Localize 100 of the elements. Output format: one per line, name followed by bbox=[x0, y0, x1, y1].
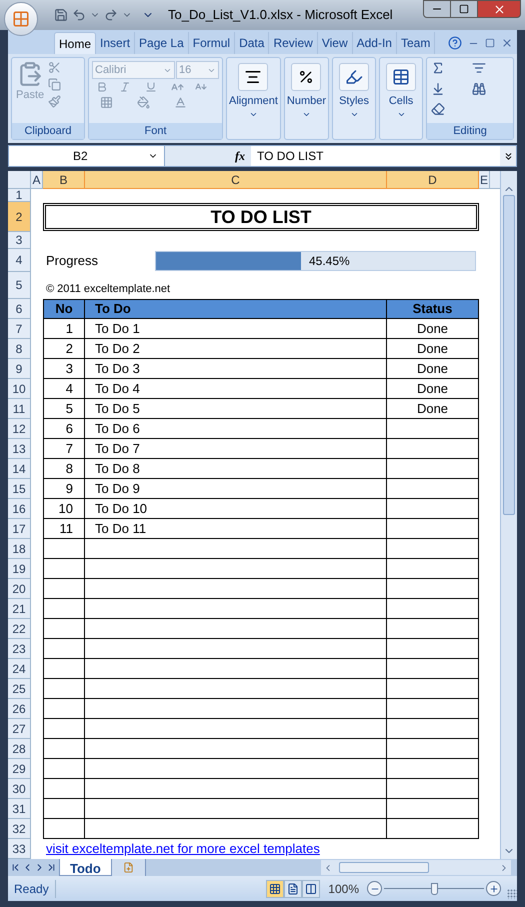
last-sheet-icon[interactable] bbox=[46, 862, 57, 873]
column-heading: To Do bbox=[85, 300, 387, 319]
row-header[interactable]: 7 bbox=[8, 319, 31, 339]
row-header[interactable]: 23 bbox=[8, 639, 31, 659]
view-button[interactable] bbox=[302, 880, 320, 898]
zoom-thumb[interactable] bbox=[431, 882, 438, 894]
row-header[interactable]: 2 bbox=[8, 202, 31, 232]
row-header[interactable]: 3 bbox=[8, 232, 31, 249]
table-icon bbox=[392, 68, 410, 86]
vertical-scrollbar[interactable] bbox=[500, 171, 517, 859]
column-header[interactable]: C bbox=[85, 171, 387, 189]
column-header[interactable]: D bbox=[387, 171, 479, 189]
view-button[interactable] bbox=[284, 880, 302, 898]
templates-link[interactable]: visit exceltemplate.net for more excel templates bbox=[43, 839, 320, 859]
close-icon[interactable] bbox=[501, 37, 513, 49]
table-cell: 6 bbox=[44, 419, 85, 439]
table-cell: To Do 8 bbox=[85, 459, 387, 479]
row-header[interactable]: 4 bbox=[8, 249, 31, 272]
row-header[interactable]: 5 bbox=[8, 272, 31, 299]
table-cell: To Do 11 bbox=[85, 519, 387, 539]
row-header[interactable]: 28 bbox=[8, 739, 31, 759]
resize-grip-icon[interactable] bbox=[507, 889, 517, 899]
copyright-note: © 2011 exceltemplate.net bbox=[45, 282, 170, 296]
sort-filter-icon[interactable] bbox=[472, 61, 486, 75]
minimize-button[interactable] bbox=[423, 0, 451, 18]
column-header[interactable]: B bbox=[43, 171, 85, 189]
row-header[interactable]: 10 bbox=[8, 379, 31, 399]
row-header[interactable]: 27 bbox=[8, 719, 31, 739]
ribbon-group-button[interactable]: Cells bbox=[379, 57, 424, 140]
table-cell: To Do 3 bbox=[85, 359, 387, 379]
copy-icon[interactable] bbox=[48, 78, 62, 91]
table-cell: Done bbox=[387, 319, 479, 339]
row-header[interactable]: 29 bbox=[8, 759, 31, 779]
row-header[interactable]: 21 bbox=[8, 599, 31, 619]
horizontal-scrollbar[interactable] bbox=[321, 860, 511, 875]
font-color-icon[interactable] bbox=[174, 96, 187, 109]
row-header[interactable]: 6 bbox=[8, 299, 31, 319]
row-header[interactable]: 33 bbox=[8, 839, 31, 859]
format-painter-icon[interactable] bbox=[48, 95, 62, 108]
table-cell: 1 bbox=[44, 319, 85, 339]
row-header[interactable]: 24 bbox=[8, 659, 31, 679]
paint-bucket-icon[interactable] bbox=[137, 96, 150, 109]
column-header[interactable]: A bbox=[31, 171, 43, 189]
insert-sheet-button[interactable] bbox=[112, 859, 146, 876]
row-header[interactable]: 11 bbox=[8, 399, 31, 419]
row-header[interactable]: 17 bbox=[8, 519, 31, 539]
maximize-button[interactable] bbox=[451, 0, 477, 18]
row-header[interactable]: 12 bbox=[8, 419, 31, 439]
row-header[interactable]: 25 bbox=[8, 679, 31, 699]
row-header[interactable]: 22 bbox=[8, 619, 31, 639]
column-header[interactable]: E bbox=[479, 171, 490, 189]
row-header[interactable]: 8 bbox=[8, 339, 31, 359]
ribbon-group-button[interactable]: Alignment bbox=[226, 57, 281, 140]
row-header[interactable]: 20 bbox=[8, 579, 31, 599]
eraser-icon[interactable] bbox=[431, 102, 446, 116]
close-button[interactable] bbox=[477, 0, 521, 18]
table-cell: 5 bbox=[44, 399, 85, 419]
scroll-thumb[interactable] bbox=[503, 195, 515, 515]
zoom-out-button[interactable] bbox=[367, 881, 382, 896]
table-cell: To Do 5 bbox=[85, 399, 387, 419]
row-header[interactable]: 14 bbox=[8, 459, 31, 479]
row-header[interactable]: 31 bbox=[8, 799, 31, 819]
table-cell: Done bbox=[387, 359, 479, 379]
percent-icon bbox=[298, 69, 314, 85]
plus-icon bbox=[488, 884, 498, 894]
borders-icon[interactable] bbox=[100, 96, 113, 109]
underline-icon[interactable] bbox=[145, 81, 157, 93]
italic-icon[interactable] bbox=[119, 81, 131, 93]
zoom-slider[interactable] bbox=[384, 882, 484, 896]
save-icon[interactable] bbox=[54, 8, 68, 22]
row-header[interactable]: 26 bbox=[8, 699, 31, 719]
zoom-in-button[interactable] bbox=[486, 881, 501, 896]
restore-icon[interactable] bbox=[485, 38, 495, 48]
ribbon-group-button[interactable]: Number bbox=[284, 57, 330, 140]
row-header[interactable]: 15 bbox=[8, 479, 31, 499]
table-cell: 10 bbox=[44, 499, 85, 519]
scroll-thumb[interactable] bbox=[339, 862, 429, 873]
find-icon[interactable] bbox=[472, 82, 486, 96]
row-header[interactable]: 9 bbox=[8, 359, 31, 379]
page-icon bbox=[287, 882, 300, 894]
row-header[interactable]: 1 bbox=[8, 189, 31, 202]
ribbon-tab[interactable]: Home bbox=[54, 32, 96, 54]
office-button[interactable] bbox=[4, 2, 38, 36]
ribbon-group-button[interactable]: Styles bbox=[332, 57, 376, 140]
first-sheet-icon[interactable] bbox=[10, 862, 21, 873]
zoom-level[interactable]: 100% bbox=[328, 880, 359, 898]
view-button[interactable] bbox=[266, 880, 284, 898]
row-header[interactable]: 30 bbox=[8, 779, 31, 799]
cut-icon[interactable] bbox=[48, 61, 62, 74]
group-label: Font bbox=[89, 122, 222, 139]
row-header[interactable]: 13 bbox=[8, 439, 31, 459]
row-header[interactable]: 32 bbox=[8, 819, 31, 839]
row-header[interactable]: 19 bbox=[8, 559, 31, 579]
sheet-tab[interactable]: Todo bbox=[59, 859, 112, 876]
redo-icon[interactable] bbox=[104, 8, 118, 22]
row-header[interactable]: 18 bbox=[8, 539, 31, 559]
row-header[interactable]: 16 bbox=[8, 499, 31, 519]
help-icon[interactable] bbox=[448, 36, 462, 50]
undo-icon[interactable] bbox=[72, 8, 86, 22]
bold-icon[interactable] bbox=[96, 81, 108, 93]
